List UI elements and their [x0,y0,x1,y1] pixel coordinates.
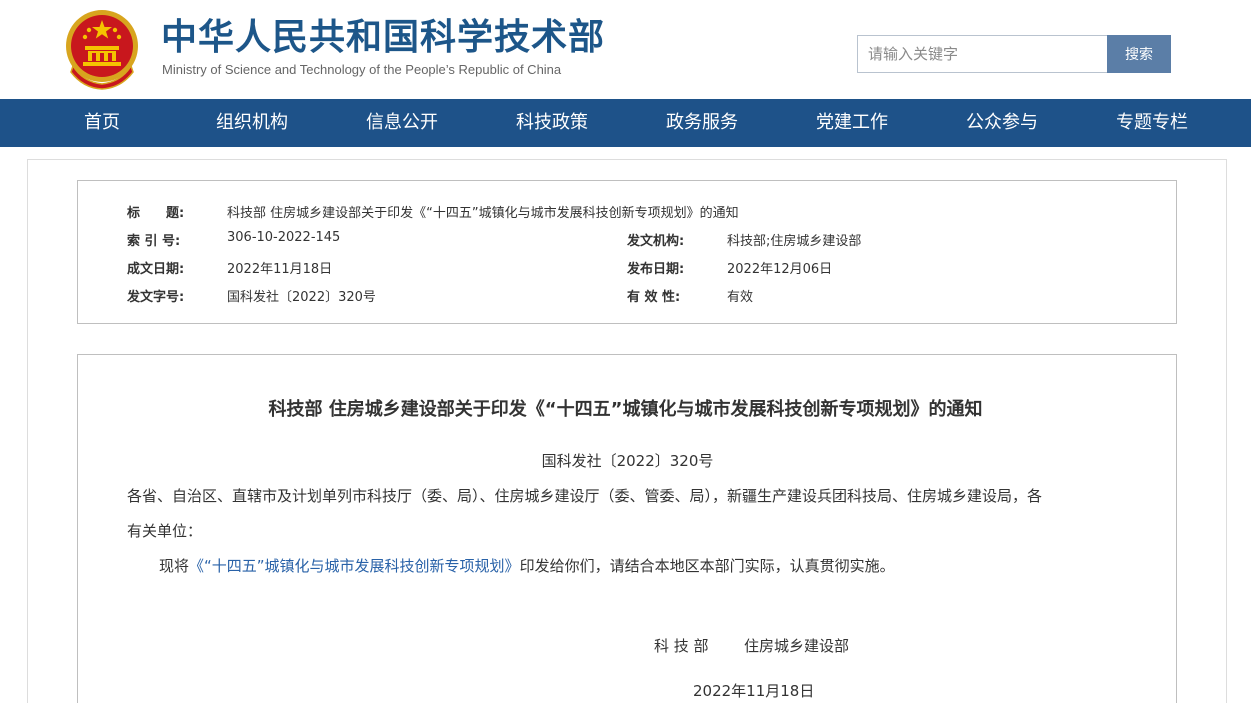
meta-publish-date-value: 2022年12月06日 [727,262,833,277]
site-header: 中华人民共和国科学技术部 Ministry of Science and Tec… [0,0,1251,99]
article-address-line: 各省、自治区、直辖市及计划单列市科技厅（委、局）、住房城乡建设厅（委、管委、局）… [127,487,1043,505]
meta-title-label: 标 题: [127,206,185,221]
nav-item-policy[interactable]: 科技政策 [516,99,588,147]
meta-index-value: 306-10-2022-145 [227,230,341,245]
nav-item-party-building[interactable]: 党建工作 [816,99,888,147]
sign-date: 2022年11月18日 [693,682,815,700]
meta-issuer-value: 科技部;住房城乡建设部 [727,234,862,249]
nav-item-organization[interactable]: 组织机构 [216,99,288,147]
meta-index-label: 索 引 号: [127,234,181,249]
body-text-suffix: 印发给你们，请结合本地区本部门实际，认真贯彻实施。 [519,557,895,575]
site-title[interactable]: 中华人民共和国科学技术部 [161,16,605,60]
meta-doc-number-value: 国科发社〔2022〕320号 [227,290,376,305]
meta-validity-label: 有 效 性: [627,290,681,305]
meta-written-date-value: 2022年11月18日 [227,262,333,277]
meta-issuer-label: 发文机构: [627,234,685,249]
meta-title-value: 科技部 住房城乡建设部关于印发《“十四五”城镇化与城市发展科技创新专项规划》的通… [227,206,739,221]
search-button[interactable]: 搜索 [1107,35,1171,73]
national-emblem-icon[interactable] [63,8,141,90]
signer-most: 科 技 部 [654,637,709,655]
nav-item-special-topics[interactable]: 专题专栏 [1116,99,1188,147]
nav-item-public-participation[interactable]: 公众参与 [966,99,1038,147]
meta-publish-date-label: 发布日期: [627,262,685,277]
site-title-english: Ministry of Science and Technology of th… [162,62,562,77]
article-body-paragraph: 现将《“十四五”城镇化与城市发展科技创新专项规划》印发给你们，请结合本地区本部门… [159,555,895,576]
attached-plan-link[interactable]: 《“十四五”城镇化与城市发展科技创新专项规划》 [189,557,520,575]
article-doc-number: 国科发社〔2022〕320号 [541,452,714,470]
meta-written-date-label: 成文日期: [127,262,185,277]
meta-doc-number-label: 发文字号: [127,290,185,305]
main-nav: 首页 组织机构 信息公开 科技政策 政务服务 党建工作 公众参与 专题专栏 [0,99,1251,147]
article-title: 科技部 住房城乡建设部关于印发《“十四五”城镇化与城市发展科技创新专项规划》的通… [268,399,983,420]
signer-mohurd: 住房城乡建设部 [744,637,850,655]
nav-item-info-disclosure[interactable]: 信息公开 [366,99,438,147]
meta-validity-value: 有效 [727,290,754,305]
article-address-line: 有关单位： [127,522,203,540]
body-text-prefix: 现将 [159,557,190,575]
nav-item-home[interactable]: 首页 [84,99,120,147]
nav-item-services[interactable]: 政务服务 [666,99,738,147]
search-input[interactable] [857,35,1108,73]
